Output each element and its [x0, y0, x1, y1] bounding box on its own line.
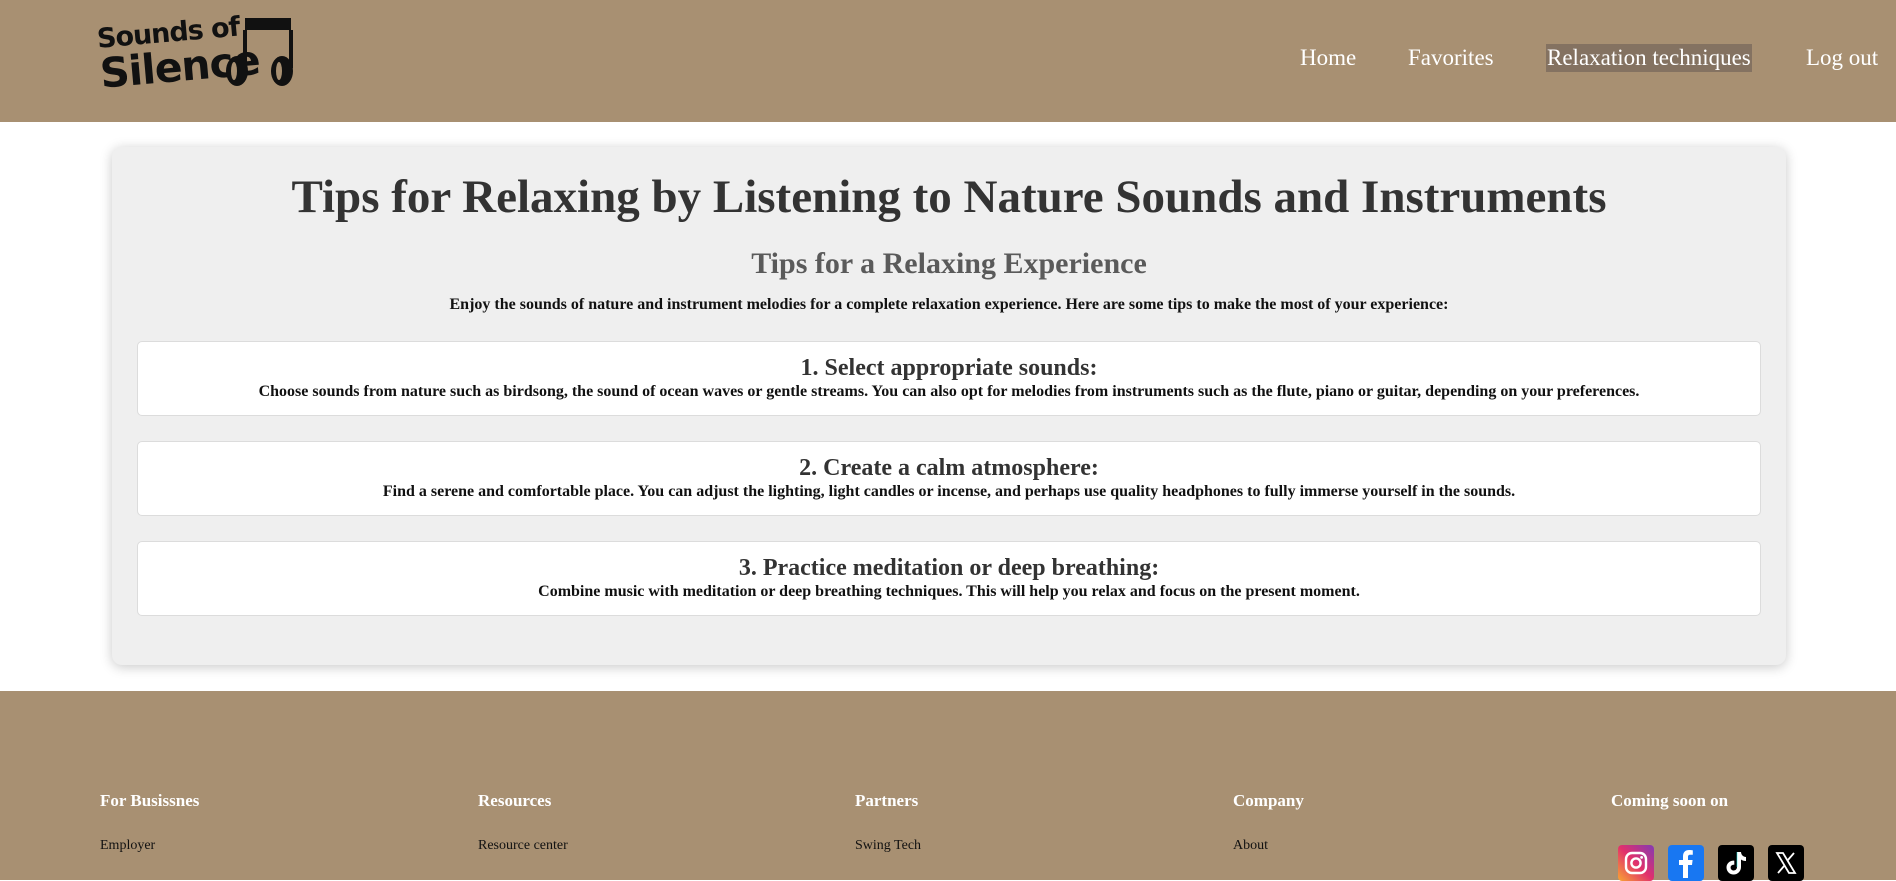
- footer-heading: For Busissnes: [100, 791, 200, 810]
- tip-text: Choose sounds from nature such as birdso…: [258, 383, 1640, 400]
- footer-column-social: Coming soon on: [1611, 791, 1728, 811]
- footer-column-resources: Resources Resource center: [478, 791, 568, 855]
- nav-relaxation-techniques[interactable]: Relaxation techniques: [1546, 44, 1752, 72]
- footer-column-partners: Partners Swing Tech: [855, 791, 921, 855]
- site-logo[interactable]: Sounds of Silence: [96, 12, 300, 104]
- site-footer: For Busissnes Employer Resources Resourc…: [0, 691, 1896, 881]
- footer-column-company: Company About: [1233, 791, 1304, 855]
- instagram-icon[interactable]: [1618, 845, 1654, 881]
- footer-link-employer[interactable]: Employer: [100, 837, 199, 855]
- footer-heading: Coming soon on: [1611, 791, 1729, 810]
- footer-link-about[interactable]: About: [1233, 837, 1304, 855]
- tiktok-icon[interactable]: [1718, 845, 1754, 881]
- site-header: Sounds of Silence Home Favorites Relaxat…: [0, 0, 1896, 122]
- intro-text: Enjoy the sounds of nature and instrumen…: [449, 296, 1449, 313]
- footer-heading: Company: [1233, 791, 1304, 810]
- footer-link-resource-center[interactable]: Resource center: [478, 837, 568, 855]
- tip-text: Find a serene and comfortable place. You…: [382, 483, 1516, 500]
- footer-heading: Partners: [855, 791, 919, 810]
- tip-heading: 2. Create a calm atmosphere:: [799, 455, 1099, 481]
- section-subtitle: Tips for a Relaxing Experience: [751, 247, 1147, 280]
- footer-column-business: For Busissnes Employer: [100, 791, 199, 855]
- headphones-icon: [226, 18, 293, 86]
- nav-home[interactable]: Home: [1300, 44, 1356, 72]
- tip-card: 2. Create a calm atmosphere: Find a sere…: [137, 441, 1761, 516]
- nav-favorites[interactable]: Favorites: [1408, 44, 1494, 72]
- footer-link-swing-tech[interactable]: Swing Tech: [855, 837, 921, 855]
- tip-heading: 1. Select appropriate sounds:: [800, 355, 1098, 381]
- tip-card: 3. Practice meditation or deep breathing…: [137, 541, 1761, 616]
- nav-log-out[interactable]: Log out: [1806, 44, 1878, 72]
- tip-card: 1. Select appropriate sounds: Choose sou…: [137, 341, 1761, 416]
- tip-heading: 3. Practice meditation or deep breathing…: [738, 555, 1160, 581]
- x-icon[interactable]: [1768, 845, 1804, 881]
- tip-text: Combine music with meditation or deep br…: [538, 583, 1360, 600]
- page-title: Tips for Relaxing by Listening to Nature…: [291, 171, 1607, 223]
- footer-heading: Resources: [478, 791, 552, 810]
- facebook-icon[interactable]: [1668, 845, 1704, 881]
- tips-card: Tips for Relaxing by Listening to Nature…: [112, 147, 1786, 665]
